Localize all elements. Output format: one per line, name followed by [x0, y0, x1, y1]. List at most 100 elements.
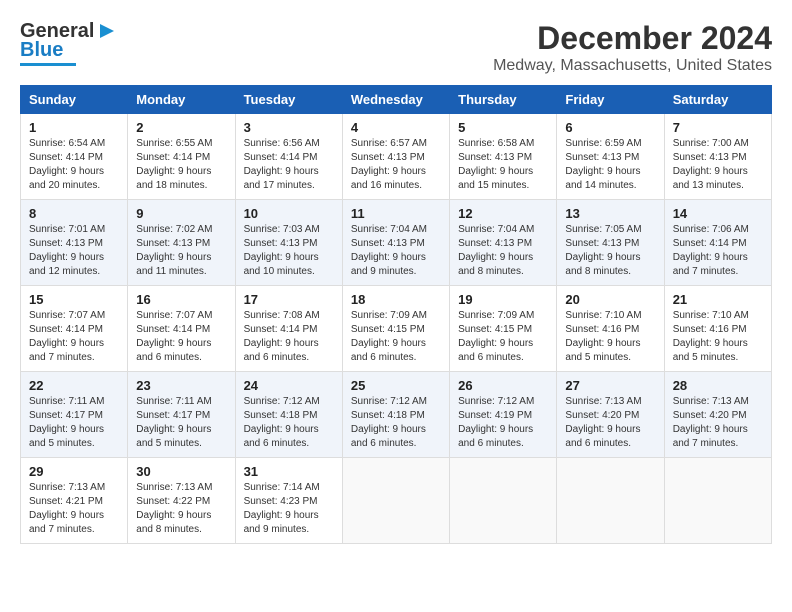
- day-info: Sunrise: 7:13 AMSunset: 4:21 PMDaylight:…: [29, 481, 119, 537]
- day-number: 15: [29, 292, 119, 307]
- calendar-header-thursday: Thursday: [450, 86, 557, 114]
- calendar-header-wednesday: Wednesday: [342, 86, 449, 114]
- day-number: 17: [244, 292, 334, 307]
- day-info: Sunrise: 6:56 AMSunset: 4:14 PMDaylight:…: [244, 137, 334, 193]
- calendar-cell: 31 Sunrise: 7:14 AMSunset: 4:23 PMDayligh…: [235, 458, 342, 544]
- day-number: 19: [458, 292, 548, 307]
- logo: General Blue: [20, 20, 118, 66]
- calendar-cell: [664, 458, 771, 544]
- day-info: Sunrise: 7:08 AMSunset: 4:14 PMDaylight:…: [244, 309, 334, 365]
- day-info: Sunrise: 7:13 AMSunset: 4:22 PMDaylight:…: [136, 481, 226, 537]
- day-info: Sunrise: 7:00 AMSunset: 4:13 PMDaylight:…: [673, 137, 763, 193]
- title-area: December 2024 Medway, Massachusetts, Uni…: [493, 20, 772, 75]
- calendar-header-friday: Friday: [557, 86, 664, 114]
- day-number: 9: [136, 206, 226, 221]
- calendar-cell: 16 Sunrise: 7:07 AMSunset: 4:14 PMDayligh…: [128, 286, 235, 372]
- day-number: 27: [565, 378, 655, 393]
- logo-name: General Blue: [20, 20, 118, 66]
- calendar-cell: 26 Sunrise: 7:12 AMSunset: 4:19 PMDayligh…: [450, 372, 557, 458]
- calendar-header-tuesday: Tuesday: [235, 86, 342, 114]
- logo-underline: [20, 63, 76, 66]
- day-number: 2: [136, 120, 226, 135]
- calendar-cell: 1 Sunrise: 6:54 AMSunset: 4:14 PMDaylight…: [21, 114, 128, 200]
- calendar-cell: 9 Sunrise: 7:02 AMSunset: 4:13 PMDaylight…: [128, 200, 235, 286]
- day-number: 3: [244, 120, 334, 135]
- calendar-cell: 8 Sunrise: 7:01 AMSunset: 4:13 PMDaylight…: [21, 200, 128, 286]
- calendar-cell: 4 Sunrise: 6:57 AMSunset: 4:13 PMDaylight…: [342, 114, 449, 200]
- day-info: Sunrise: 7:09 AMSunset: 4:15 PMDaylight:…: [458, 309, 548, 365]
- calendar-cell: 27Sunrise: 7:13 AMSunset: 4:20 PMDayligh…: [557, 372, 664, 458]
- calendar-cell: 3 Sunrise: 6:56 AMSunset: 4:14 PMDaylight…: [235, 114, 342, 200]
- day-info: Sunrise: 7:11 AMSunset: 4:17 PMDaylight:…: [136, 395, 226, 451]
- day-number: 24: [244, 378, 334, 393]
- calendar-header-saturday: Saturday: [664, 86, 771, 114]
- calendar-cell: 15 Sunrise: 7:07 AMSunset: 4:14 PMDayligh…: [21, 286, 128, 372]
- logo-blue-text: Blue: [20, 39, 63, 62]
- calendar-week-3: 15 Sunrise: 7:07 AMSunset: 4:14 PMDayligh…: [21, 286, 772, 372]
- day-info: Sunrise: 7:05 AMSunset: 4:13 PMDaylight:…: [565, 223, 655, 279]
- calendar-cell: 2 Sunrise: 6:55 AMSunset: 4:14 PMDaylight…: [128, 114, 235, 200]
- day-number: 30: [136, 464, 226, 479]
- calendar-header-row: SundayMondayTuesdayWednesdayThursdayFrid…: [21, 86, 772, 114]
- calendar-cell: 22Sunrise: 7:11 AMSunset: 4:17 PMDayligh…: [21, 372, 128, 458]
- calendar-cell: 12 Sunrise: 7:04 AMSunset: 4:13 PMDayligh…: [450, 200, 557, 286]
- day-number: 12: [458, 206, 548, 221]
- calendar-week-5: 29Sunrise: 7:13 AMSunset: 4:21 PMDayligh…: [21, 458, 772, 544]
- day-info: Sunrise: 7:10 AMSunset: 4:16 PMDaylight:…: [673, 309, 763, 365]
- day-info: Sunrise: 7:10 AMSunset: 4:16 PMDaylight:…: [565, 309, 655, 365]
- day-number: 4: [351, 120, 441, 135]
- day-number: 26: [458, 378, 548, 393]
- day-info: Sunrise: 6:54 AMSunset: 4:14 PMDaylight:…: [29, 137, 119, 193]
- calendar-cell: 20 Sunrise: 7:10 AMSunset: 4:16 PMDayligh…: [557, 286, 664, 372]
- calendar-cell: 7 Sunrise: 7:00 AMSunset: 4:13 PMDaylight…: [664, 114, 771, 200]
- day-number: 22: [29, 378, 119, 393]
- calendar-cell: 5 Sunrise: 6:58 AMSunset: 4:13 PMDaylight…: [450, 114, 557, 200]
- day-info: Sunrise: 7:14 AMSunset: 4:23 PMDaylight:…: [244, 481, 334, 537]
- day-info: Sunrise: 7:07 AMSunset: 4:14 PMDaylight:…: [29, 309, 119, 365]
- calendar-cell: 18 Sunrise: 7:09 AMSunset: 4:15 PMDayligh…: [342, 286, 449, 372]
- day-number: 14: [673, 206, 763, 221]
- calendar-cell: [557, 458, 664, 544]
- day-info: Sunrise: 7:02 AMSunset: 4:13 PMDaylight:…: [136, 223, 226, 279]
- day-info: Sunrise: 7:04 AMSunset: 4:13 PMDaylight:…: [458, 223, 548, 279]
- calendar-week-4: 22 Sunrise: 7:11 AMSunset: 4:17 PMDayligh…: [21, 372, 772, 458]
- calendar-cell: 14Sunrise: 7:06 AMSunset: 4:14 PMDayligh…: [664, 200, 771, 286]
- day-info: Sunrise: 7:07 AMSunset: 4:14 PMDaylight:…: [136, 309, 226, 365]
- day-info: Sunrise: 7:09 AMSunset: 4:15 PMDaylight:…: [351, 309, 441, 365]
- calendar-week-1: 1 Sunrise: 6:54 AMSunset: 4:14 PMDaylight…: [21, 114, 772, 200]
- day-number: 7: [673, 120, 763, 135]
- day-info: Sunrise: 7:04 AMSunset: 4:13 PMDaylight:…: [351, 223, 441, 279]
- day-info: Sunrise: 7:01 AMSunset: 4:13 PMDaylight:…: [29, 223, 119, 279]
- day-number: 5: [458, 120, 548, 135]
- day-number: 10: [244, 206, 334, 221]
- day-info: Sunrise: 6:59 AMSunset: 4:13 PMDaylight:…: [565, 137, 655, 193]
- day-info: Sunrise: 7:12 AMSunset: 4:18 PMDaylight:…: [351, 395, 441, 451]
- day-info: Sunrise: 6:57 AMSunset: 4:13 PMDaylight:…: [351, 137, 441, 193]
- calendar-cell: 19 Sunrise: 7:09 AMSunset: 4:15 PMDayligh…: [450, 286, 557, 372]
- calendar: SundayMondayTuesdayWednesdayThursdayFrid…: [20, 85, 772, 544]
- day-number: 25: [351, 378, 441, 393]
- day-number: 8: [29, 206, 119, 221]
- day-number: 18: [351, 292, 441, 307]
- day-number: 20: [565, 292, 655, 307]
- day-number: 31: [244, 464, 334, 479]
- calendar-week-2: 8 Sunrise: 7:01 AMSunset: 4:13 PMDaylight…: [21, 200, 772, 286]
- day-info: Sunrise: 7:12 AMSunset: 4:19 PMDaylight:…: [458, 395, 548, 451]
- calendar-cell: 21 Sunrise: 7:10 AMSunset: 4:16 PMDayligh…: [664, 286, 771, 372]
- calendar-cell: 28Sunrise: 7:13 AMSunset: 4:20 PMDayligh…: [664, 372, 771, 458]
- main-title: December 2024: [493, 20, 772, 57]
- day-number: 6: [565, 120, 655, 135]
- calendar-cell: 29Sunrise: 7:13 AMSunset: 4:21 PMDayligh…: [21, 458, 128, 544]
- day-info: Sunrise: 6:55 AMSunset: 4:14 PMDaylight:…: [136, 137, 226, 193]
- calendar-body: 1 Sunrise: 6:54 AMSunset: 4:14 PMDaylight…: [21, 114, 772, 544]
- day-info: Sunrise: 6:58 AMSunset: 4:13 PMDaylight:…: [458, 137, 548, 193]
- subtitle: Medway, Massachusetts, United States: [493, 57, 772, 75]
- calendar-header-sunday: Sunday: [21, 86, 128, 114]
- calendar-cell: 13Sunrise: 7:05 AMSunset: 4:13 PMDayligh…: [557, 200, 664, 286]
- calendar-cell: 6 Sunrise: 6:59 AMSunset: 4:13 PMDaylight…: [557, 114, 664, 200]
- calendar-cell: [450, 458, 557, 544]
- day-number: 1: [29, 120, 119, 135]
- day-number: 21: [673, 292, 763, 307]
- calendar-cell: 10Sunrise: 7:03 AMSunset: 4:13 PMDayligh…: [235, 200, 342, 286]
- day-number: 16: [136, 292, 226, 307]
